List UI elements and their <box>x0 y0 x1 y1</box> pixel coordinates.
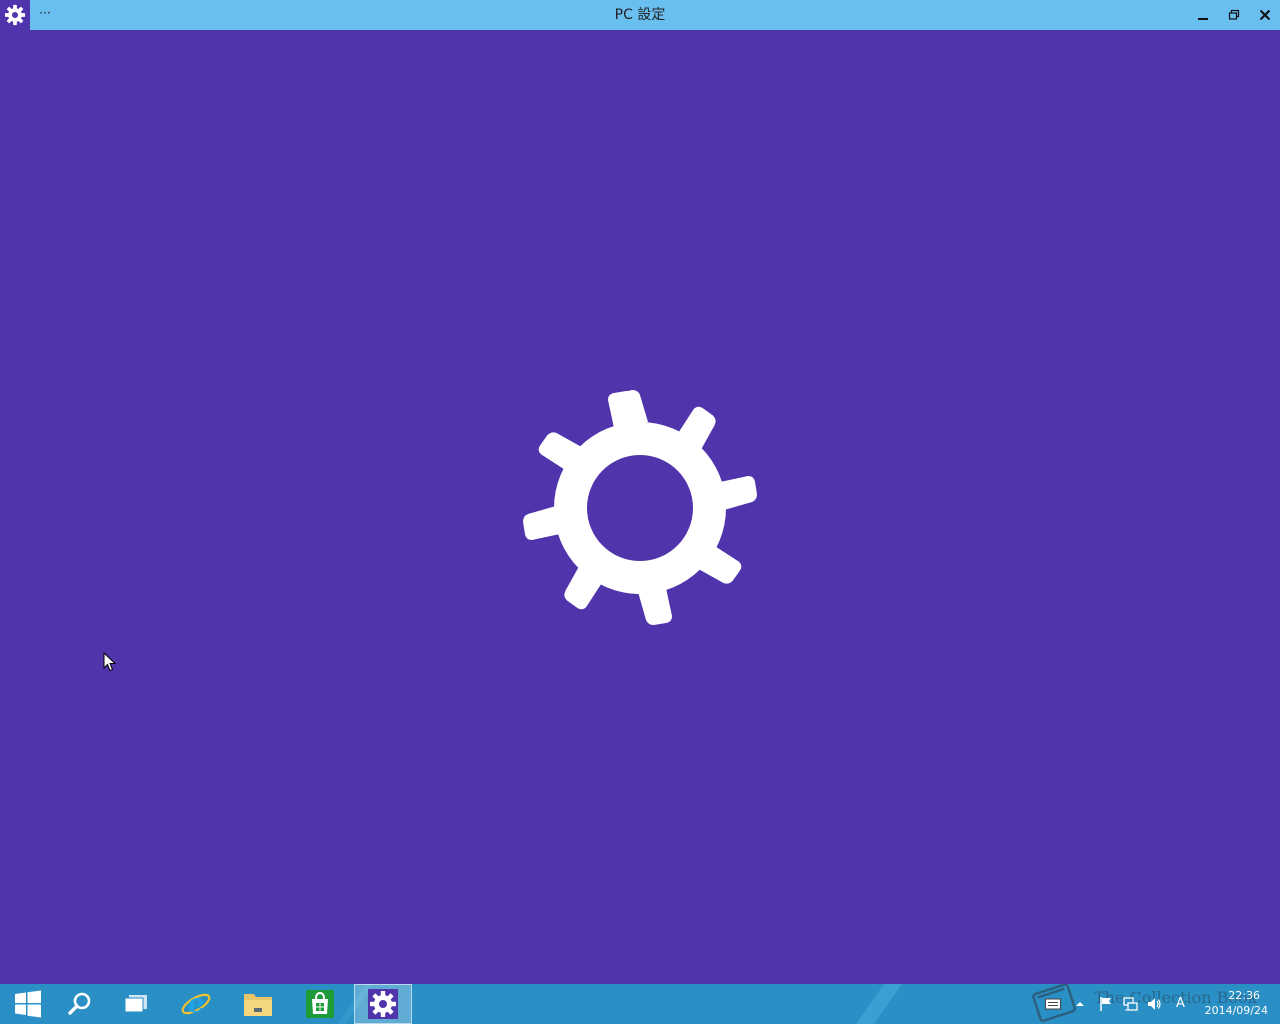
window-title: PC 設定 <box>614 7 666 23</box>
windows-logo-icon <box>15 990 41 1018</box>
ime-mode-indicator[interactable]: A <box>1176 996 1190 1012</box>
folder-icon <box>244 994 272 1016</box>
internet-explorer-button[interactable]: e <box>168 984 224 1024</box>
minimize-icon <box>1198 18 1208 20</box>
store-icon <box>306 990 334 1018</box>
gear-icon <box>368 989 398 1019</box>
task-view-icon <box>124 995 147 1013</box>
clock-time: 22:36 <box>1228 989 1260 1002</box>
clock[interactable]: 22:36 2014/09/24 <box>1196 988 1268 1022</box>
task-view-button[interactable] <box>108 984 164 1024</box>
pc-settings-button[interactable] <box>354 984 412 1024</box>
minimize-button[interactable] <box>1188 0 1218 30</box>
mouse-cursor-icon <box>103 652 117 672</box>
restore-icon <box>1228 9 1240 20</box>
store-button[interactable] <box>292 984 348 1024</box>
window-titlebar[interactable]: ··· PC 設定 <box>0 0 1280 30</box>
action-center-flag-icon[interactable] <box>1098 996 1114 1012</box>
show-hidden-icons-chevron-icon[interactable] <box>1072 996 1088 1012</box>
network-icon[interactable] <box>1122 996 1138 1012</box>
restore-button[interactable] <box>1219 0 1249 30</box>
file-explorer-button[interactable] <box>230 984 286 1024</box>
gear-icon <box>523 390 757 625</box>
keyboard-icon[interactable] <box>1044 996 1062 1012</box>
search-icon <box>68 992 91 1015</box>
start-button[interactable] <box>0 984 56 1024</box>
ie-icon: e <box>181 989 211 1019</box>
search-button[interactable] <box>52 984 108 1024</box>
svg-text:e: e <box>188 989 205 1019</box>
taskbar: e The Collection Book A 22:36 2014/09/24 <box>0 984 1280 1024</box>
volume-icon[interactable] <box>1146 996 1162 1012</box>
app-splash-screen <box>0 30 1280 984</box>
clock-date: 2014/09/24 <box>1204 1004 1268 1017</box>
close-icon <box>1259 9 1271 21</box>
taskbar-decoration-stripe <box>848 984 910 1024</box>
close-button[interactable] <box>1250 0 1280 30</box>
